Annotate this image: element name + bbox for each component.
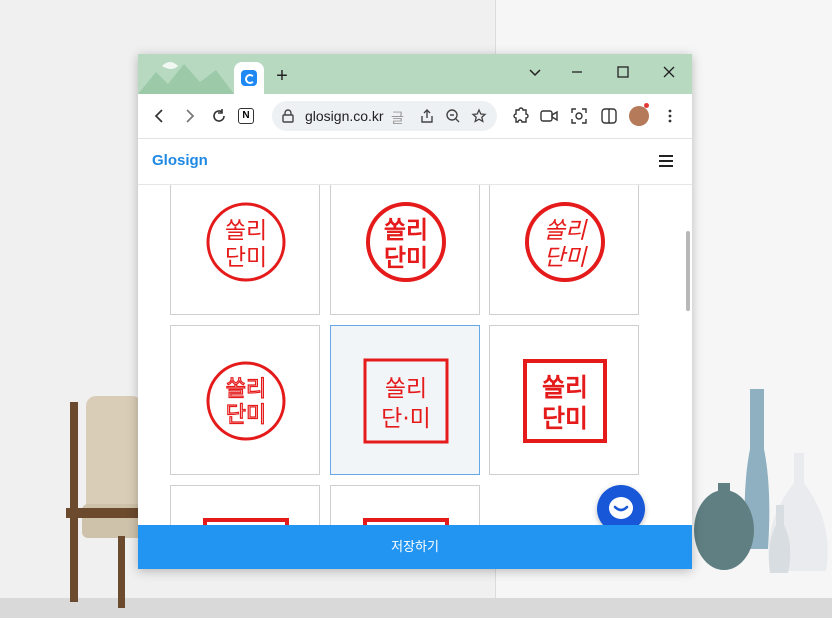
stamp-circle-2: 쏠리 단미 bbox=[366, 202, 446, 282]
sidebar-icon[interactable] bbox=[599, 106, 619, 126]
notion-icon[interactable]: N bbox=[238, 108, 254, 124]
chevron-down-icon[interactable] bbox=[522, 62, 548, 84]
stamp-option-5[interactable]: 쏠리 단·미 bbox=[330, 325, 480, 475]
stamp-text-bottom: 단미 bbox=[384, 244, 428, 272]
zoom-icon[interactable] bbox=[445, 108, 461, 124]
maximize-icon[interactable] bbox=[610, 62, 636, 84]
new-tab-button[interactable]: + bbox=[274, 66, 290, 86]
stamp-text-bottom: 단미 bbox=[225, 245, 267, 271]
active-tab[interactable] bbox=[234, 62, 264, 94]
url-suffix-text: 글 bbox=[391, 110, 404, 126]
notification-dot bbox=[644, 103, 649, 108]
stamp-option-7[interactable] bbox=[170, 485, 320, 525]
stamp-text-bottom: 단미 bbox=[226, 403, 266, 428]
stamp-grid: 쏠리 단미 쏠리 단미 쏠리 단미 쏠리 단미 쏠리 단·미 쏠리 단미 bbox=[138, 185, 692, 525]
reload-icon[interactable] bbox=[209, 106, 229, 126]
bookmark-icon[interactable] bbox=[471, 108, 487, 124]
minimize-icon[interactable] bbox=[564, 62, 590, 84]
lock-icon[interactable] bbox=[280, 108, 296, 124]
stamp-text-bottom: 단미 bbox=[542, 404, 588, 433]
browser-toolbar: N glosign.co.kr 글 bbox=[138, 94, 692, 139]
extensions-icon[interactable] bbox=[510, 106, 530, 126]
url-text: glosign.co.kr bbox=[305, 108, 384, 124]
close-icon[interactable] bbox=[656, 62, 682, 84]
share-icon[interactable] bbox=[419, 108, 435, 124]
menu-icon[interactable] bbox=[659, 155, 673, 167]
stamp-text-top: 쏠리 bbox=[226, 377, 266, 402]
stamp-square-8 bbox=[363, 518, 449, 525]
stamp-square-6: 쏠리 단미 bbox=[523, 359, 607, 443]
stamp-option-3[interactable]: 쏠리 단미 bbox=[489, 185, 639, 315]
stamp-square-5: 쏠리 단·미 bbox=[363, 358, 449, 444]
screenshot-icon[interactable] bbox=[569, 106, 589, 126]
stamp-text-bottom: 단·미 bbox=[381, 406, 431, 432]
chair-image bbox=[66, 396, 146, 608]
stamp-circle-1: 쏠리 단미 bbox=[206, 202, 286, 282]
stamp-option-4[interactable]: 쏠리 단미 bbox=[170, 325, 320, 475]
back-icon[interactable] bbox=[150, 106, 170, 126]
forward-icon[interactable] bbox=[179, 106, 199, 126]
browser-window: + N glosign.co.kr 글 Glosign 쏠리 단미 쏠리 단미 … bbox=[138, 54, 692, 569]
stamp-text-top: 쏠리 bbox=[384, 216, 428, 244]
notion-icon-letter: N bbox=[242, 110, 250, 121]
title-bar: + bbox=[138, 54, 692, 94]
site-logo[interactable]: Glosign bbox=[152, 152, 208, 169]
stamp-text-top: 쏠리 bbox=[542, 373, 588, 402]
camera-icon[interactable] bbox=[539, 106, 559, 126]
stamp-circle-3: 쏠리 단미 bbox=[525, 202, 605, 282]
vases-image bbox=[694, 389, 828, 573]
stamp-text-top: 쏠리 bbox=[385, 376, 427, 402]
stamp-text-top: 쏠리 bbox=[544, 218, 588, 244]
scrollbar-thumb[interactable] bbox=[686, 231, 690, 311]
stamp-option-8[interactable] bbox=[330, 485, 480, 525]
site-header: Glosign bbox=[138, 139, 692, 185]
stamp-option-6[interactable]: 쏠리 단미 bbox=[489, 325, 639, 475]
stamp-option-2[interactable]: 쏠리 단미 bbox=[330, 185, 480, 315]
theme-artwork bbox=[138, 62, 234, 94]
address-bar[interactable]: glosign.co.kr 글 bbox=[272, 101, 497, 131]
stamp-text-top: 쏠리 bbox=[225, 218, 267, 244]
stamp-circle-4: 쏠리 단미 bbox=[206, 361, 286, 441]
more-icon[interactable] bbox=[660, 106, 680, 126]
stamp-square-7 bbox=[203, 518, 289, 525]
stamp-text-bottom: 단미 bbox=[544, 245, 588, 271]
glosign-icon bbox=[241, 70, 257, 86]
stamp-option-1[interactable]: 쏠리 단미 bbox=[170, 185, 320, 315]
save-button[interactable]: 저장하기 bbox=[138, 525, 692, 569]
profile-avatar[interactable] bbox=[629, 103, 649, 126]
